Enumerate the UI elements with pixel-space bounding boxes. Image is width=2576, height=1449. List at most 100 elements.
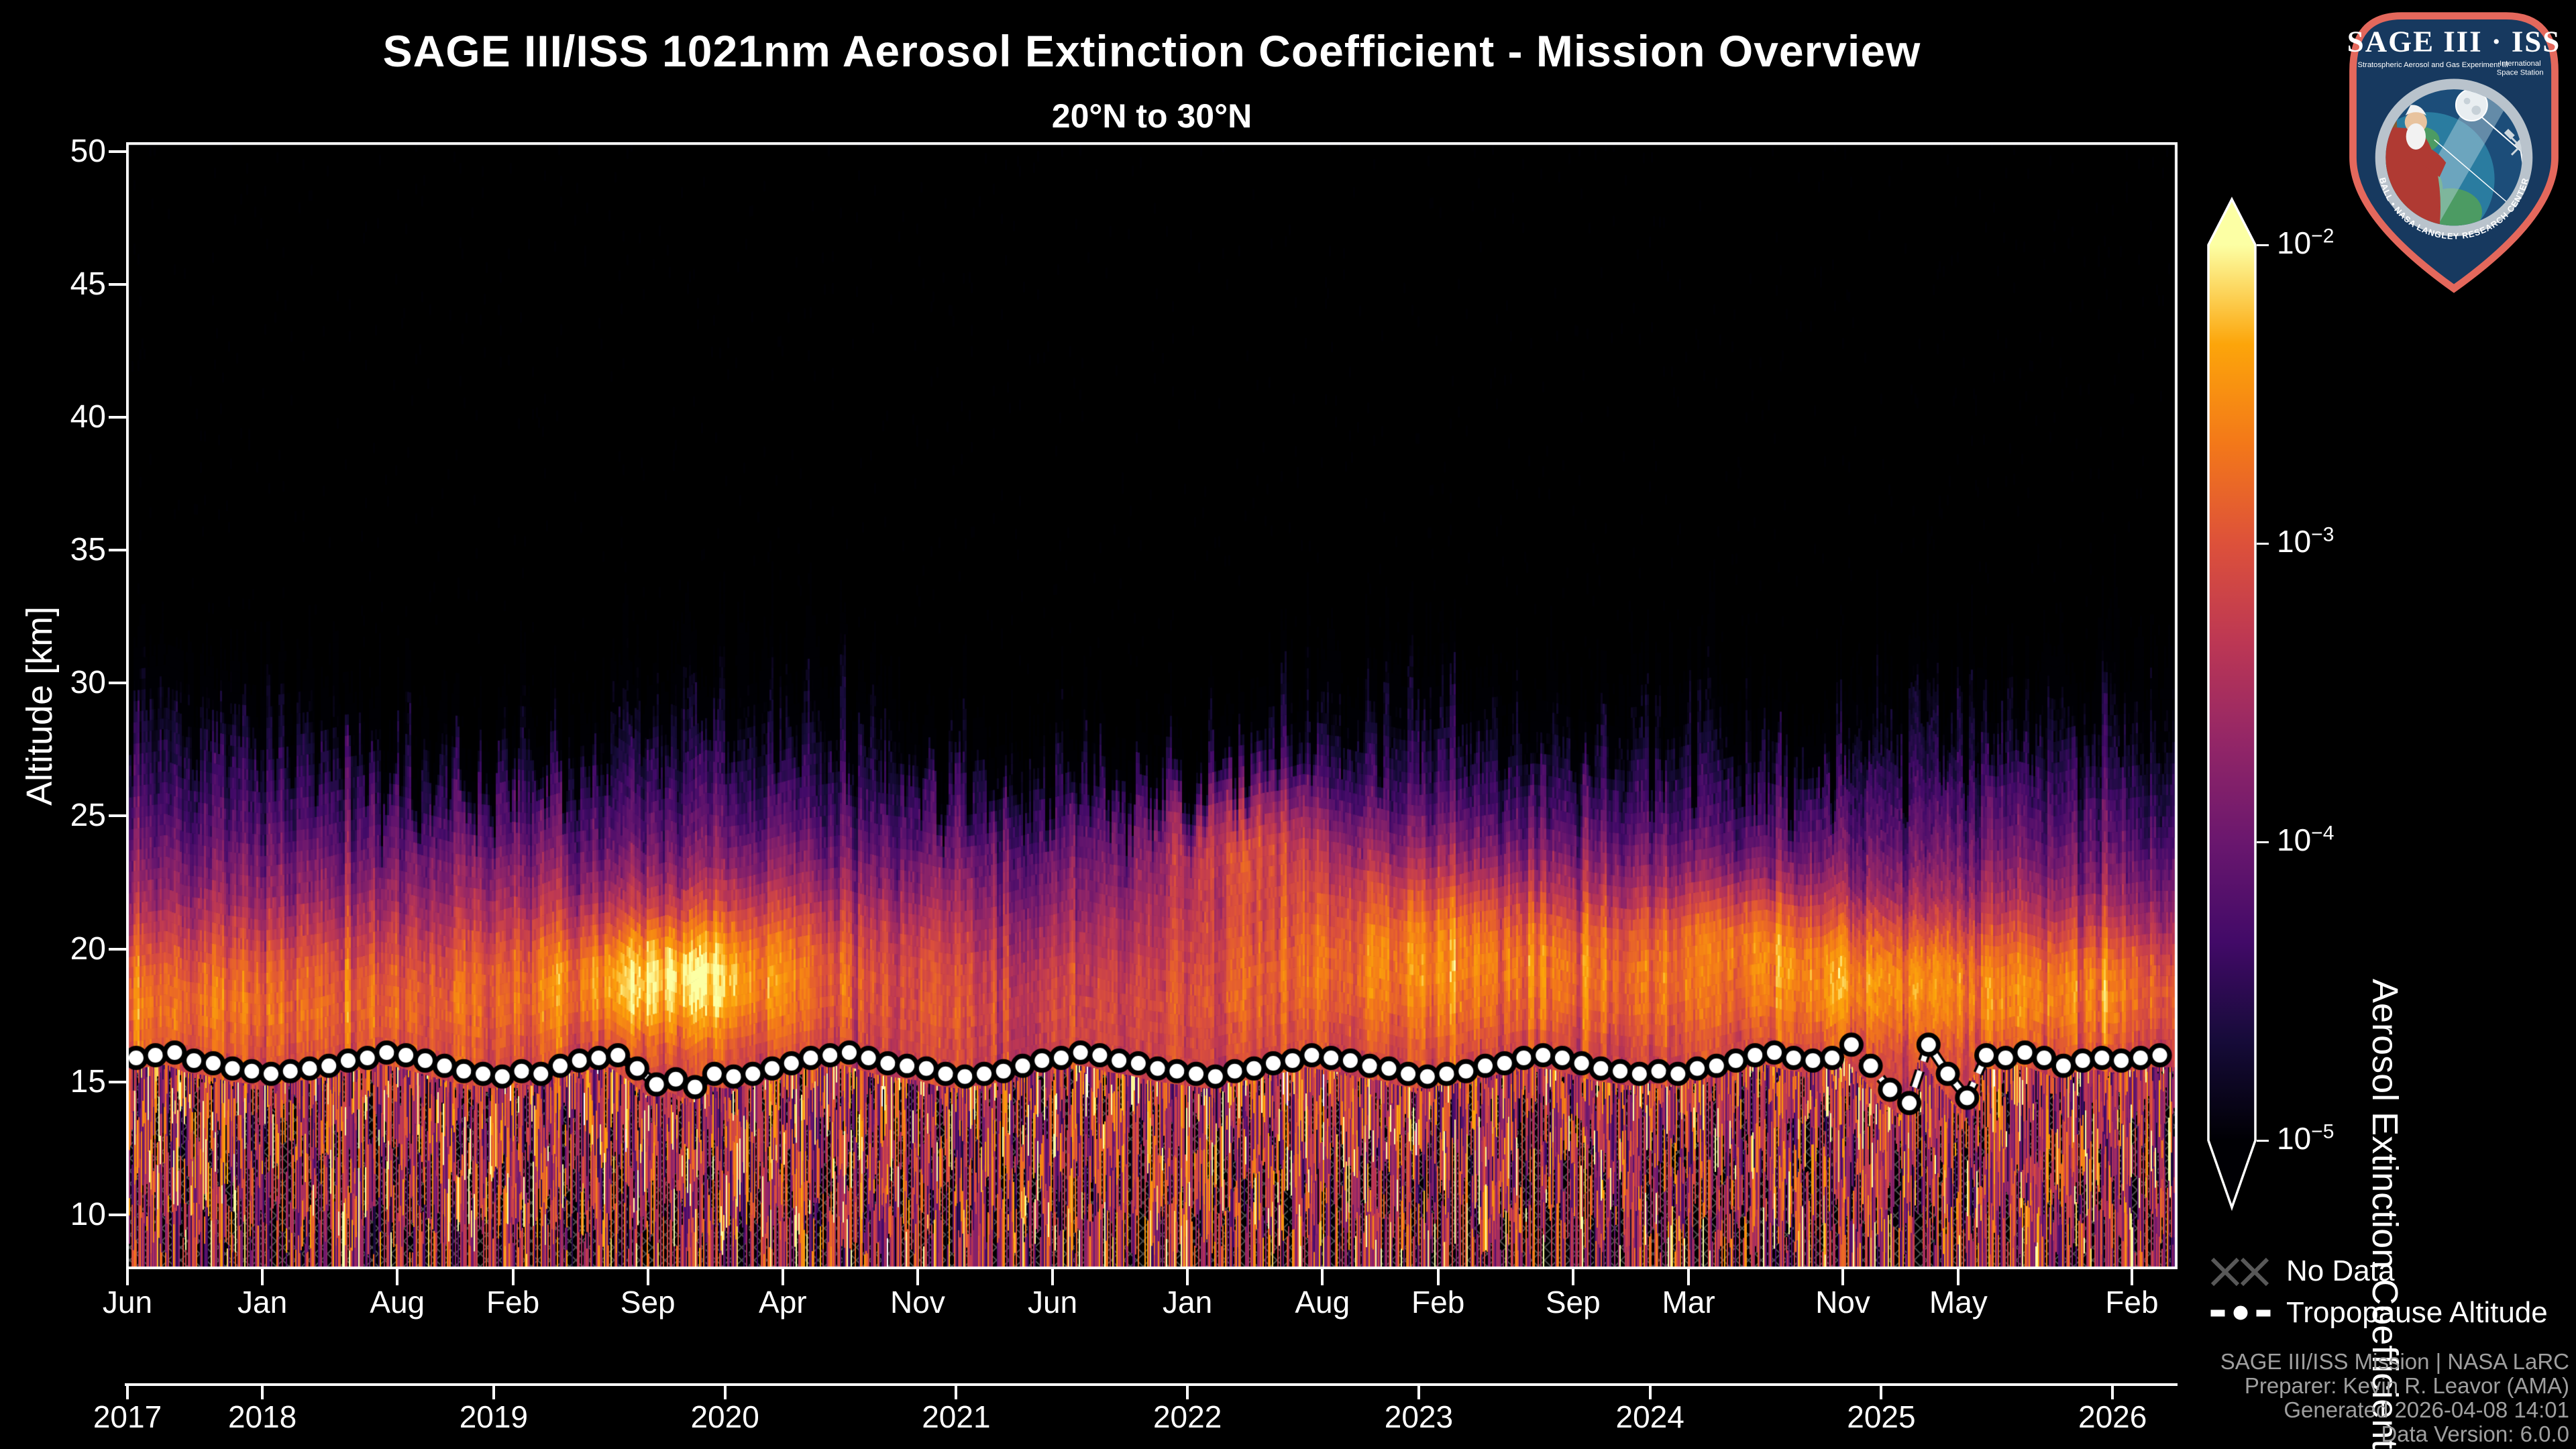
figure: SAGE III/ISS 1021nm Aerosol Extinction C…	[0, 0, 2576, 1449]
x-tick-mark	[1186, 1268, 1189, 1285]
year-tick-mark	[1880, 1385, 1883, 1399]
x-tick-month-label: Aug	[1295, 1285, 1350, 1320]
legend-no-data-label: No Data	[2286, 1254, 2395, 1287]
year-tick-label: 2020	[690, 1399, 759, 1434]
x-tick-mark	[511, 1268, 515, 1285]
y-tick-mark	[109, 1080, 126, 1083]
colorbar-tick-mark	[2257, 1139, 2269, 1142]
year-tick-label: 2024	[1615, 1399, 1684, 1434]
credit-version: Data Version: 6.0.0	[2381, 1421, 2569, 1446]
year-axis-line	[125, 1383, 2178, 1386]
x-tick-month-label: Feb	[1411, 1285, 1465, 1320]
x-tick-month-label: Feb	[486, 1285, 540, 1320]
logo-title: SAGE III · ISS	[2347, 24, 2561, 58]
colorbar-tick-mark	[2257, 244, 2269, 246]
y-tick-mark	[109, 282, 126, 286]
y-tick-label: 45	[70, 266, 106, 302]
x-tick-mark	[1436, 1268, 1440, 1285]
tropopause-line-icon	[2210, 1301, 2271, 1325]
legend-item-no-data: No Data	[2210, 1252, 2394, 1291]
x-tick-month-label: Jun	[102, 1285, 153, 1320]
logo-sub-right1: International	[2500, 60, 2541, 68]
x-tick-mark	[261, 1268, 264, 1285]
colorbar-tick-exponent: −5	[2311, 1120, 2334, 1143]
y-tick-mark	[109, 1213, 126, 1216]
logo-sub-left: Stratospheric Aerosol and Gas Experiment…	[2357, 61, 2508, 69]
no-data-hatch-icon	[2210, 1257, 2269, 1287]
legend-item-tropopause: Tropopause Altitude	[2210, 1293, 2548, 1332]
y-tick-label: 50	[70, 133, 106, 169]
colorbar-tick-label: 10−3	[2277, 523, 2334, 559]
year-tick-mark	[126, 1385, 129, 1399]
x-tick-month-label: Jun	[1027, 1285, 1078, 1320]
credit-generated: Generated 2026-04-08 14:01	[2284, 1397, 2569, 1422]
x-tick-month-label: Nov	[890, 1285, 945, 1320]
colorbar-tick-exponent: −3	[2311, 523, 2334, 546]
y-tick-label: 15	[70, 1063, 106, 1099]
credits-block: SAGE III/ISS Mission | NASA LaRC Prepare…	[2220, 1350, 2569, 1446]
x-tick-month-label: Jan	[1163, 1285, 1213, 1320]
y-axis-label: Altitude [km]	[19, 606, 60, 806]
credit-preparer: Preparer: Kevin R. Leavor (AMA)	[2244, 1373, 2569, 1398]
year-tick-mark	[1186, 1385, 1189, 1399]
x-tick-mark	[1051, 1268, 1055, 1285]
x-tick-mark	[916, 1268, 919, 1285]
x-tick-mark	[1571, 1268, 1574, 1285]
heatmap-plot-area	[126, 142, 2178, 1269]
heatmap-canvas	[126, 142, 2178, 1269]
y-tick-label: 40	[70, 399, 106, 435]
y-tick-mark	[109, 549, 126, 552]
x-tick-mark	[1957, 1268, 1960, 1285]
x-tick-mark	[646, 1268, 649, 1285]
year-tick-label: 2023	[1384, 1399, 1454, 1434]
y-tick-label: 30	[70, 665, 106, 701]
sage-iii-iss-logo: SAGE III · ISS Stratospheric Aerosol and…	[2336, 5, 2561, 293]
x-tick-mark	[2130, 1268, 2133, 1285]
logo-sub-right2: Space Station	[2497, 69, 2544, 77]
year-tick-mark	[2111, 1385, 2114, 1399]
x-tick-mark	[781, 1268, 784, 1285]
colorbar-tick-label: 10−2	[2277, 225, 2334, 260]
colorbar-tick-label: 10−5	[2277, 1120, 2334, 1156]
x-tick-mark	[1841, 1268, 1844, 1285]
colorbar-tick-exponent: −4	[2311, 822, 2334, 845]
x-tick-mark	[396, 1268, 399, 1285]
y-tick-mark	[109, 150, 126, 153]
year-tick-label: 2017	[93, 1399, 162, 1434]
year-tick-mark	[955, 1385, 958, 1399]
x-tick-month-label: May	[1929, 1285, 1988, 1320]
year-tick-mark	[261, 1385, 264, 1399]
year-tick-mark	[492, 1385, 495, 1399]
year-tick-mark	[1648, 1385, 1652, 1399]
colorbar-tick-exponent: −2	[2311, 225, 2334, 248]
legend-tropopause-label: Tropopause Altitude	[2286, 1296, 2548, 1329]
x-tick-month-label: Mar	[1662, 1285, 1715, 1320]
y-tick-mark	[109, 814, 126, 818]
colorbar-gradient	[2207, 197, 2257, 1212]
year-tick-label: 2021	[922, 1399, 991, 1434]
year-tick-label: 2025	[1847, 1399, 1916, 1434]
x-tick-mark	[126, 1268, 129, 1285]
y-tick-label: 10	[70, 1196, 106, 1232]
x-tick-mark	[1321, 1268, 1324, 1285]
page-title: SAGE III/ISS 1021nm Aerosol Extinction C…	[382, 26, 1921, 76]
y-tick-label: 25	[70, 798, 106, 834]
colorbar	[2207, 197, 2257, 1212]
y-tick-mark	[109, 416, 126, 419]
colorbar-tick-mark	[2257, 841, 2269, 843]
y-tick-mark	[109, 682, 126, 685]
year-tick-label: 2026	[2078, 1399, 2147, 1434]
x-tick-month-label: Apr	[759, 1285, 807, 1320]
year-tick-label: 2019	[459, 1399, 529, 1434]
year-tick-label: 2022	[1152, 1399, 1222, 1434]
x-tick-month-label: Sep	[620, 1285, 676, 1320]
colorbar-tick-mark	[2257, 542, 2269, 545]
credit-mission: SAGE III/ISS Mission | NASA LaRC	[2220, 1349, 2569, 1374]
x-tick-month-label: Jan	[237, 1285, 288, 1320]
x-tick-mark	[1687, 1268, 1690, 1285]
page-subtitle: 20°N to 30°N	[1051, 97, 1252, 135]
x-tick-month-label: Sep	[1545, 1285, 1601, 1320]
year-tick-mark	[723, 1385, 727, 1399]
colorbar-tick-label: 10−4	[2277, 822, 2334, 857]
y-tick-mark	[109, 947, 126, 951]
